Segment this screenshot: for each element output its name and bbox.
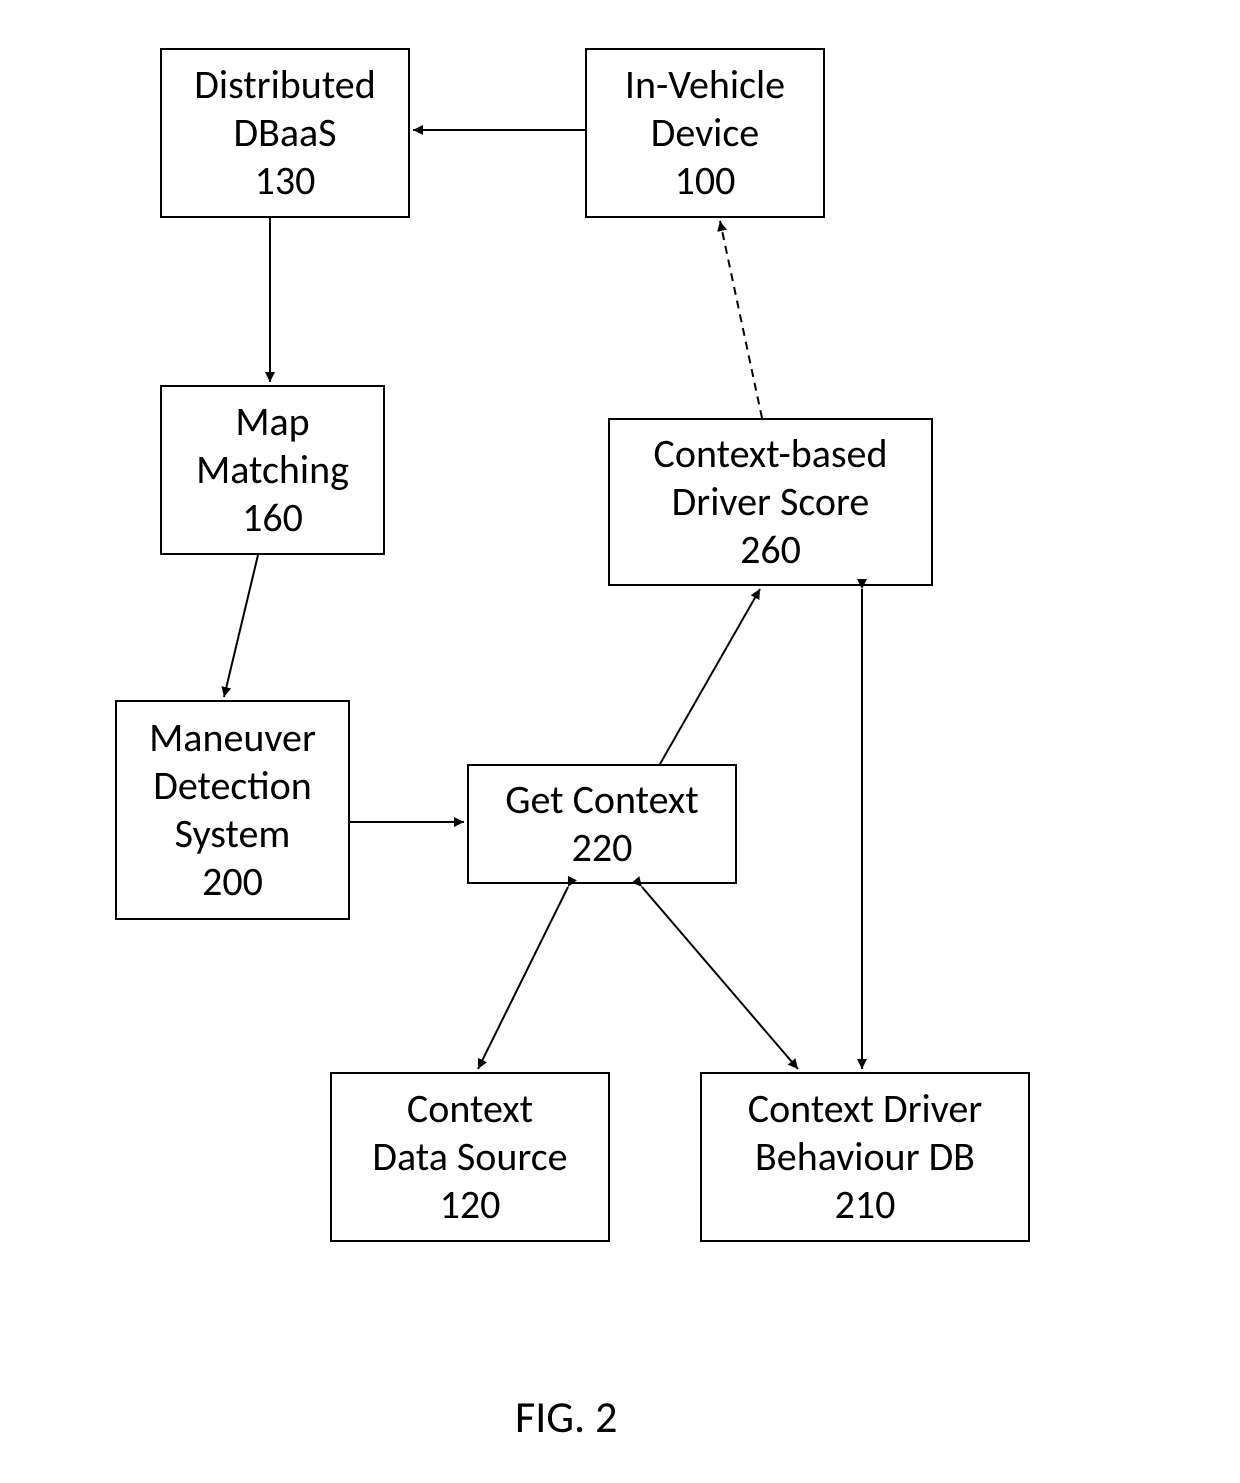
arrow-score-to-device [720, 221, 762, 418]
node-ctxsrc-l2: Data Source [372, 1133, 567, 1181]
node-map-num: 160 [242, 494, 303, 542]
node-maneuver: Maneuver Detection System 200 [115, 700, 350, 920]
node-score-l1: Context-based [654, 430, 888, 478]
node-getctx-l1: Get Context [505, 776, 699, 824]
node-dbaas-l1: Distributed [194, 61, 375, 109]
node-ctxdb-num: 210 [835, 1181, 896, 1229]
node-maneuver-num: 200 [202, 858, 263, 906]
node-device-l2: Device [651, 109, 759, 157]
arrow-getctx-ctxdb [642, 887, 798, 1069]
node-device: In-Vehicle Device 100 [585, 48, 825, 218]
node-map-l1: Map [235, 398, 309, 446]
node-getctx: Get Context 220 [467, 764, 737, 884]
node-device-l1: In-Vehicle [625, 61, 785, 109]
node-getctx-num: 220 [572, 824, 633, 872]
node-maneuver-l1: Maneuver [149, 714, 316, 762]
node-map-l2: Matching [196, 446, 349, 494]
node-ctxsrc: Context Data Source 120 [330, 1072, 610, 1242]
node-score: Context-based Driver Score 260 [608, 418, 933, 586]
node-ctxdb-l1: Context Driver [748, 1085, 982, 1133]
node-map: Map Matching 160 [160, 385, 385, 555]
node-ctxsrc-num: 120 [440, 1181, 501, 1229]
node-device-num: 100 [675, 157, 736, 205]
node-score-l2: Driver Score [672, 478, 870, 526]
node-ctxsrc-l1: Context [407, 1085, 533, 1133]
figure-caption: FIG. 2 [515, 1390, 617, 1444]
arrow-getctx-to-score [660, 589, 760, 764]
arrow-map-to-maneuver [224, 555, 258, 697]
node-score-num: 260 [740, 526, 801, 574]
node-dbaas: Distributed DBaaS 130 [160, 48, 410, 218]
node-ctxdb: Context Driver Behaviour DB 210 [700, 1072, 1030, 1242]
arrow-getctx-ctxsrc [478, 887, 568, 1069]
node-ctxdb-l2: Behaviour DB [755, 1133, 975, 1181]
node-maneuver-l2: Detection [153, 762, 311, 810]
node-maneuver-l3: System [175, 810, 291, 858]
node-dbaas-num: 130 [255, 157, 316, 205]
node-dbaas-l2: DBaaS [233, 109, 336, 157]
